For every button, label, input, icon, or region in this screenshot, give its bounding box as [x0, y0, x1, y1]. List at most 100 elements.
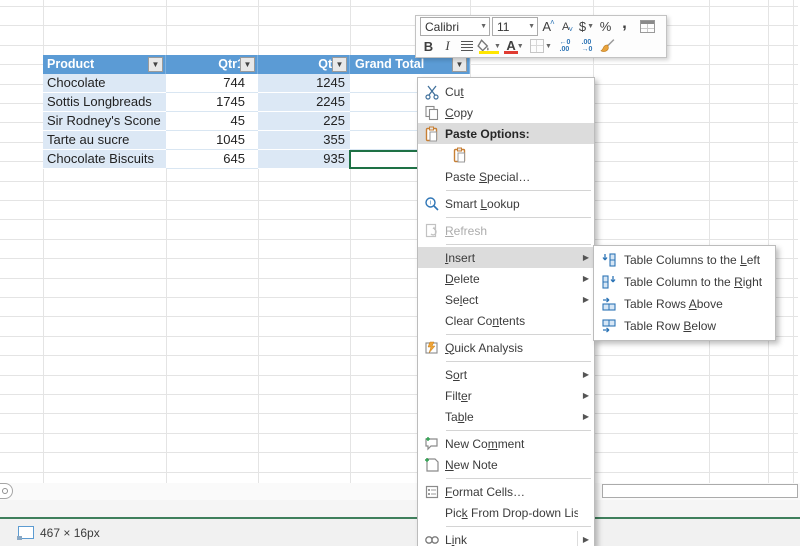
decrease-decimal-icon: .00→0 — [577, 39, 597, 53]
paste-button[interactable] — [418, 144, 594, 166]
italic-button[interactable]: I — [439, 37, 456, 55]
font-size-value: 11 — [497, 20, 509, 34]
table-cell[interactable]: 2245 — [258, 93, 350, 112]
bottom-bars: 467 × 16px — [0, 483, 800, 546]
scroll-pill-dot-icon — [2, 488, 8, 494]
menu-item-new-note[interactable]: New Note — [418, 454, 594, 475]
submenu-item-table-column-right[interactable]: Table Column to the Right — [594, 271, 775, 293]
center-align-button[interactable] — [458, 37, 475, 55]
cut-icon — [424, 84, 440, 100]
font-color-swatch — [504, 51, 518, 54]
comma-style-button[interactable]: , — [616, 18, 633, 36]
sheet-tab-strip — [0, 500, 800, 517]
filter-dropdown-button[interactable]: ▼ — [332, 57, 347, 72]
shrink-font-icon: ˅ — [568, 25, 573, 34]
submenu-item-table-rows-above[interactable]: Table Rows Above — [594, 293, 775, 315]
table-cell[interactable]: Sir Rodney's Scone — [43, 112, 166, 131]
menu-item-label: Select — [445, 293, 578, 307]
shrink-font-button[interactable]: A˅ — [559, 18, 576, 36]
menu-item-label: New Note — [445, 458, 578, 472]
accounting-format-button[interactable]: $▼ — [578, 18, 595, 36]
horizontal-scrollbar-thumb[interactable] — [602, 484, 798, 498]
menu-item-format-cells[interactable]: Format Cells… — [418, 481, 594, 502]
borders-button[interactable]: ▼ — [529, 37, 553, 55]
paste-icon — [424, 126, 440, 142]
paste-icon — [452, 147, 468, 163]
menu-item-clear-contents[interactable]: Clear Contents — [418, 310, 594, 331]
menu-item-quick-analysis[interactable]: Quick Analysis — [418, 337, 594, 358]
copy-icon — [424, 105, 440, 121]
fill-color-button[interactable]: ▼ — [477, 37, 501, 55]
font-name-combo[interactable]: Calibri ▼ — [420, 17, 490, 36]
scroll-pill[interactable] — [0, 483, 13, 499]
link-icon — [424, 532, 440, 546]
font-color-button[interactable]: A ▼ — [503, 37, 527, 55]
format-table-button[interactable] — [639, 18, 656, 36]
table-cell[interactable]: 1245 — [258, 74, 350, 93]
comment-icon — [424, 436, 440, 452]
increase-decimal-button[interactable]: ←0.00 — [555, 37, 575, 55]
mini-toolbar-row-2: B I ▼ A ▼ ▼ ←0.00 .00→0 — [420, 37, 662, 57]
row-below-icon — [601, 318, 617, 334]
grow-font-button[interactable]: A˄ — [540, 18, 557, 36]
table-cell[interactable]: 1045 — [166, 131, 258, 150]
menu-item-refresh[interactable]: Refresh — [418, 220, 594, 241]
submenu-item-label: Table Rows Above — [624, 297, 723, 311]
table-cell[interactable]: 744 — [166, 74, 258, 93]
submenu-arrow-icon: ▶ — [578, 412, 594, 421]
menu-item-cut[interactable]: Cut — [418, 81, 594, 102]
table-cell[interactable]: 645 — [166, 150, 258, 169]
submenu-item-table-row-below[interactable]: Table Row Below — [594, 315, 775, 337]
submenu-arrow-icon: ▶ — [578, 274, 594, 283]
menu-item-paste-special[interactable]: Paste Special… — [418, 166, 594, 187]
percent-style-button[interactable]: % — [597, 18, 614, 36]
submenu-item-table-columns-left[interactable]: Table Columns to the Left — [594, 249, 775, 271]
menu-item-new-comment[interactable]: New Comment — [418, 433, 594, 454]
menu-item-paste-options: Paste Options: — [418, 123, 594, 144]
menu-separator — [446, 334, 591, 335]
filter-dropdown-button[interactable]: ▼ — [240, 57, 255, 72]
table-cell[interactable]: Tarte au sucre — [43, 131, 166, 150]
menu-item-pick-from-list[interactable]: Pick From Drop-down List… — [418, 502, 594, 523]
font-size-combo[interactable]: 11 ▼ — [492, 17, 538, 36]
table-cell[interactable]: 225 — [258, 112, 350, 131]
menu-item-label: Paste Special… — [445, 170, 578, 184]
menu-item-label: Copy — [445, 106, 578, 120]
format-painter-button[interactable] — [599, 37, 616, 55]
borders-icon — [530, 39, 544, 53]
table-cell[interactable]: Sottis Longbreads — [43, 93, 166, 112]
svg-text:i: i — [429, 200, 430, 206]
menu-item-label: Sort — [445, 368, 578, 382]
lookup-icon: i — [424, 196, 440, 212]
menu-item-sort[interactable]: Sort▶ — [418, 364, 594, 385]
table-cell[interactable]: 935 — [258, 150, 350, 169]
column-header-qtr1: Qtr1▼ — [166, 55, 258, 74]
filter-dropdown-button[interactable]: ▼ — [452, 57, 467, 72]
menu-item-filter[interactable]: Filter▶ — [418, 385, 594, 406]
horizontal-scrollbar[interactable] — [0, 483, 800, 501]
menu-item-label: Insert — [445, 251, 578, 265]
quick-analysis-icon — [424, 340, 440, 356]
split-divider — [577, 531, 578, 546]
decrease-decimal-button[interactable]: .00→0 — [577, 37, 597, 55]
menu-item-delete[interactable]: Delete▶ — [418, 268, 594, 289]
table-cell[interactable]: 1745 — [166, 93, 258, 112]
table-row: Chocolate7441245 — [43, 74, 470, 93]
menu-item-copy[interactable]: Copy — [418, 102, 594, 123]
menu-item-smart-lookup[interactable]: iSmart Lookup — [418, 193, 594, 214]
status-bar: 467 × 16px — [0, 519, 800, 546]
table-cell[interactable]: 355 — [258, 131, 350, 150]
menu-item-insert[interactable]: Insert▶ — [418, 247, 594, 268]
filter-dropdown-button[interactable]: ▼ — [148, 57, 163, 72]
chevron-down-icon: ▼ — [528, 23, 535, 30]
submenu-arrow-icon: ▶ — [578, 253, 594, 262]
format-cells-icon — [424, 484, 440, 500]
table-cell[interactable]: Chocolate Biscuits — [43, 150, 166, 169]
bold-button[interactable]: B — [420, 37, 437, 55]
increase-decimal-icon: ←0.00 — [555, 39, 575, 53]
table-cell[interactable]: 45 — [166, 112, 258, 131]
table-cell[interactable]: Chocolate — [43, 74, 166, 93]
menu-item-link[interactable]: Link▶ — [418, 529, 594, 546]
menu-item-select[interactable]: Select▶ — [418, 289, 594, 310]
menu-item-table[interactable]: Table▶ — [418, 406, 594, 427]
